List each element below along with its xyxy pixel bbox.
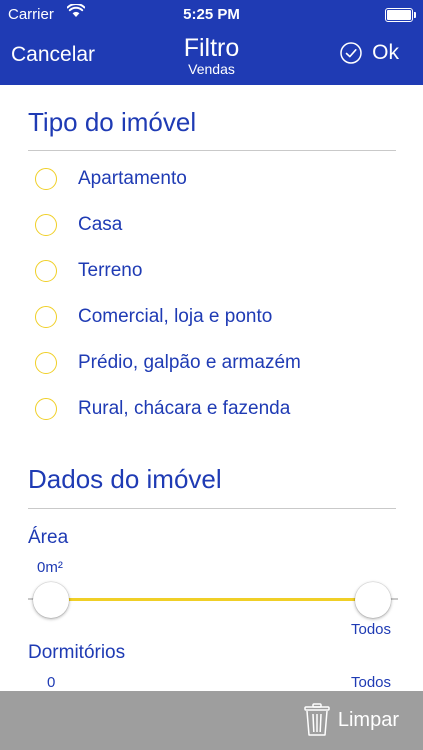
- bedrooms-label: Dormitórios: [28, 642, 126, 663]
- radio-circle-icon[interactable]: [35, 352, 57, 374]
- area-label: Área: [28, 527, 69, 548]
- area-slider-max-handle[interactable]: [355, 582, 391, 618]
- trash-icon: [304, 703, 330, 736]
- bedrooms-max-value: Todos: [351, 674, 392, 691]
- section-title-property-type: Tipo do imóvel: [28, 107, 197, 137]
- radio-circle-icon[interactable]: [35, 214, 57, 236]
- battery-icon: [385, 8, 416, 22]
- check-circle-icon: [340, 42, 362, 64]
- area-slider-min-handle[interactable]: [33, 582, 69, 618]
- radio-circle-icon[interactable]: [35, 168, 57, 190]
- option-label: Apartamento: [78, 168, 187, 189]
- status-bar: Carrier 5:25 PM: [0, 0, 423, 30]
- section-divider: [28, 150, 396, 151]
- area-min-value: 0m²: [37, 559, 63, 576]
- option-rural[interactable]: Rural, chácara e fazenda: [35, 394, 405, 424]
- area-slider-range: [51, 598, 373, 601]
- ok-button[interactable]: Ok: [340, 41, 399, 65]
- radio-circle-icon[interactable]: [35, 260, 57, 282]
- bottom-toolbar: Limpar: [0, 691, 423, 750]
- nav-header: Carrier 5:25 PM Cancelar Filtro Vendas O…: [0, 0, 423, 85]
- section-divider: [28, 508, 396, 509]
- bedrooms-min-value: 0: [47, 674, 56, 691]
- option-label: Rural, chácara e fazenda: [78, 398, 291, 419]
- clear-label: Limpar: [337, 708, 399, 731]
- option-apartamento[interactable]: Apartamento: [35, 164, 405, 194]
- radio-circle-icon[interactable]: [35, 398, 57, 420]
- option-casa[interactable]: Casa: [35, 210, 405, 240]
- option-label: Terreno: [78, 260, 143, 281]
- ok-label: Ok: [372, 41, 399, 64]
- option-predio[interactable]: Prédio, galpão e armazém: [35, 348, 405, 378]
- status-time: 5:25 PM: [183, 6, 240, 23]
- option-terreno[interactable]: Terreno: [35, 256, 405, 286]
- radio-circle-icon[interactable]: [35, 306, 57, 328]
- option-label: Prédio, galpão e armazém: [78, 352, 301, 373]
- option-label: Casa: [78, 214, 123, 235]
- option-label: Comercial, loja e ponto: [78, 306, 273, 327]
- clear-button[interactable]: Limpar: [304, 701, 399, 739]
- section-title-property-data: Dados do imóvel: [28, 464, 222, 494]
- option-comercial[interactable]: Comercial, loja e ponto: [35, 302, 405, 332]
- area-max-value: Todos: [351, 621, 392, 638]
